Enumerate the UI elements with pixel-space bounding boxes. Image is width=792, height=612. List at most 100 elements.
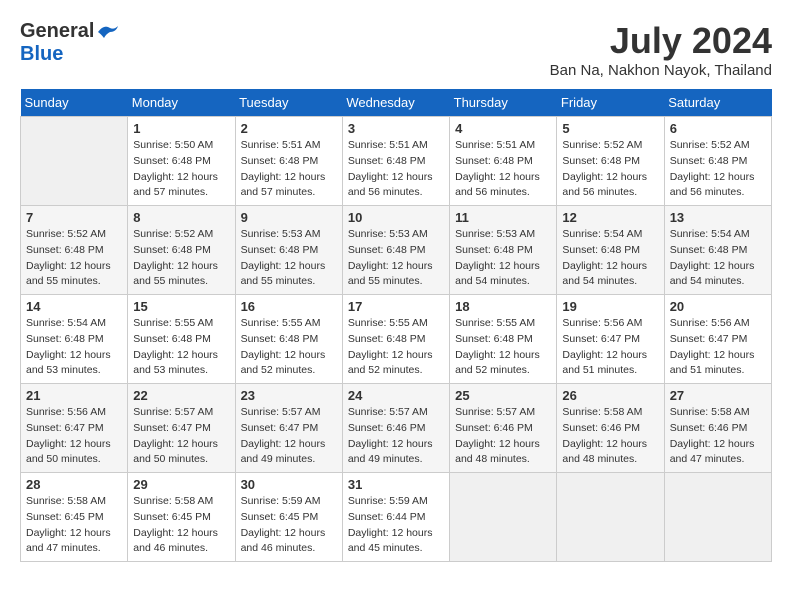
day-number: 5 <box>562 121 658 136</box>
day-info: Sunrise: 5:51 AMSunset: 6:48 PMDaylight:… <box>455 138 551 201</box>
weekday-header-row: SundayMondayTuesdayWednesdayThursdayFrid… <box>21 89 772 117</box>
day-info: Sunrise: 5:53 AMSunset: 6:48 PMDaylight:… <box>241 227 337 290</box>
calendar-cell: 28 Sunrise: 5:58 AMSunset: 6:45 PMDayligh… <box>21 473 128 562</box>
day-number: 30 <box>241 477 337 492</box>
day-info: Sunrise: 5:54 AMSunset: 6:48 PMDaylight:… <box>26 316 122 379</box>
calendar-cell: 11 Sunrise: 5:53 AMSunset: 6:48 PMDayligh… <box>450 206 557 295</box>
calendar-cell: 23Sunrise: 5:57 AMSunset: 6:47 PMDayligh… <box>235 384 342 473</box>
day-number: 9 <box>241 210 337 225</box>
calendar-cell: 17 Sunrise: 5:55 AMSunset: 6:48 PMDayligh… <box>342 295 449 384</box>
day-number: 19 <box>562 299 658 314</box>
calendar-cell: 12Sunrise: 5:54 AMSunset: 6:48 PMDayligh… <box>557 206 664 295</box>
day-info: Sunrise: 5:52 AMSunset: 6:48 PMDaylight:… <box>133 227 229 290</box>
calendar-cell: 24Sunrise: 5:57 AMSunset: 6:46 PMDayligh… <box>342 384 449 473</box>
logo-blue-text: Blue <box>20 43 63 66</box>
calendar-cell: 25 Sunrise: 5:57 AMSunset: 6:46 PMDayligh… <box>450 384 557 473</box>
day-number: 29 <box>133 477 229 492</box>
day-info: Sunrise: 5:52 AMSunset: 6:48 PMDaylight:… <box>562 138 658 201</box>
day-info: Sunrise: 5:58 AMSunset: 6:45 PMDaylight:… <box>133 494 229 557</box>
day-number: 15 <box>133 299 229 314</box>
weekday-header: Friday <box>557 89 664 117</box>
title-section: July 2024 Ban Na, Nakhon Nayok, Thailand <box>550 20 772 79</box>
day-number: 18 <box>455 299 551 314</box>
day-info: Sunrise: 5:59 AMSunset: 6:45 PMDaylight:… <box>241 494 337 557</box>
calendar-cell <box>450 473 557 562</box>
day-info: Sunrise: 5:50 AMSunset: 6:48 PMDaylight:… <box>133 138 229 201</box>
day-info: Sunrise: 5:51 AMSunset: 6:48 PMDaylight:… <box>241 138 337 201</box>
location-text: Ban Na, Nakhon Nayok, Thailand <box>550 62 772 79</box>
weekday-header: Sunday <box>21 89 128 117</box>
day-info: Sunrise: 5:57 AMSunset: 6:47 PMDaylight:… <box>133 405 229 468</box>
day-info: Sunrise: 5:56 AMSunset: 6:47 PMDaylight:… <box>562 316 658 379</box>
calendar-cell: 6 Sunrise: 5:52 AMSunset: 6:48 PMDaylight… <box>664 117 771 206</box>
day-info: Sunrise: 5:51 AMSunset: 6:48 PMDaylight:… <box>348 138 444 201</box>
day-info: Sunrise: 5:55 AMSunset: 6:48 PMDaylight:… <box>133 316 229 379</box>
day-number: 10 <box>348 210 444 225</box>
day-number: 25 <box>455 388 551 403</box>
calendar-cell: 18Sunrise: 5:55 AMSunset: 6:48 PMDayligh… <box>450 295 557 384</box>
logo-bird-icon <box>96 22 120 42</box>
day-info: Sunrise: 5:55 AMSunset: 6:48 PMDaylight:… <box>348 316 444 379</box>
page-header: General Blue July 2024 Ban Na, Nakhon Na… <box>20 20 772 79</box>
calendar-cell: 14 Sunrise: 5:54 AMSunset: 6:48 PMDayligh… <box>21 295 128 384</box>
day-info: Sunrise: 5:57 AMSunset: 6:47 PMDaylight:… <box>241 405 337 468</box>
day-number: 16 <box>241 299 337 314</box>
weekday-header: Monday <box>128 89 235 117</box>
calendar-cell: 3 Sunrise: 5:51 AMSunset: 6:48 PMDaylight… <box>342 117 449 206</box>
day-number: 31 <box>348 477 444 492</box>
calendar-cell: 22Sunrise: 5:57 AMSunset: 6:47 PMDayligh… <box>128 384 235 473</box>
day-number: 11 <box>455 210 551 225</box>
day-info: Sunrise: 5:52 AMSunset: 6:48 PMDaylight:… <box>26 227 122 290</box>
calendar-cell: 10 Sunrise: 5:53 AMSunset: 6:48 PMDayligh… <box>342 206 449 295</box>
day-number: 26 <box>562 388 658 403</box>
calendar-cell: 7Sunrise: 5:52 AMSunset: 6:48 PMDaylight… <box>21 206 128 295</box>
day-info: Sunrise: 5:53 AMSunset: 6:48 PMDaylight:… <box>348 227 444 290</box>
calendar-week-row: 21Sunrise: 5:56 AMSunset: 6:47 PMDayligh… <box>21 384 772 473</box>
logo-general-text: General <box>20 20 94 43</box>
day-info: Sunrise: 5:56 AMSunset: 6:47 PMDaylight:… <box>670 316 766 379</box>
calendar-cell: 5 Sunrise: 5:52 AMSunset: 6:48 PMDaylight… <box>557 117 664 206</box>
calendar-cell: 4 Sunrise: 5:51 AMSunset: 6:48 PMDaylight… <box>450 117 557 206</box>
day-number: 28 <box>26 477 122 492</box>
calendar-week-row: 28 Sunrise: 5:58 AMSunset: 6:45 PMDayligh… <box>21 473 772 562</box>
day-number: 14 <box>26 299 122 314</box>
weekday-header: Thursday <box>450 89 557 117</box>
day-info: Sunrise: 5:59 AMSunset: 6:44 PMDaylight:… <box>348 494 444 557</box>
calendar-cell: 27Sunrise: 5:58 AMSunset: 6:46 PMDayligh… <box>664 384 771 473</box>
calendar-cell: 31 Sunrise: 5:59 AMSunset: 6:44 PMDayligh… <box>342 473 449 562</box>
day-info: Sunrise: 5:55 AMSunset: 6:48 PMDaylight:… <box>241 316 337 379</box>
logo: General Blue <box>20 20 120 66</box>
calendar-cell: 21Sunrise: 5:56 AMSunset: 6:47 PMDayligh… <box>21 384 128 473</box>
day-info: Sunrise: 5:56 AMSunset: 6:47 PMDaylight:… <box>26 405 122 468</box>
calendar-week-row: 1 Sunrise: 5:50 AMSunset: 6:48 PMDaylight… <box>21 117 772 206</box>
day-number: 2 <box>241 121 337 136</box>
calendar-cell <box>664 473 771 562</box>
day-info: Sunrise: 5:58 AMSunset: 6:46 PMDaylight:… <box>670 405 766 468</box>
day-number: 3 <box>348 121 444 136</box>
calendar-cell: 26Sunrise: 5:58 AMSunset: 6:46 PMDayligh… <box>557 384 664 473</box>
calendar-cell <box>21 117 128 206</box>
day-info: Sunrise: 5:53 AMSunset: 6:48 PMDaylight:… <box>455 227 551 290</box>
calendar-week-row: 14 Sunrise: 5:54 AMSunset: 6:48 PMDayligh… <box>21 295 772 384</box>
calendar-cell: 29 Sunrise: 5:58 AMSunset: 6:45 PMDayligh… <box>128 473 235 562</box>
weekday-header: Tuesday <box>235 89 342 117</box>
day-number: 1 <box>133 121 229 136</box>
day-number: 4 <box>455 121 551 136</box>
calendar-cell: 2 Sunrise: 5:51 AMSunset: 6:48 PMDaylight… <box>235 117 342 206</box>
day-number: 20 <box>670 299 766 314</box>
day-info: Sunrise: 5:58 AMSunset: 6:45 PMDaylight:… <box>26 494 122 557</box>
day-number: 6 <box>670 121 766 136</box>
day-info: Sunrise: 5:52 AMSunset: 6:48 PMDaylight:… <box>670 138 766 201</box>
day-info: Sunrise: 5:57 AMSunset: 6:46 PMDaylight:… <box>455 405 551 468</box>
calendar-cell: 19 Sunrise: 5:56 AMSunset: 6:47 PMDayligh… <box>557 295 664 384</box>
day-number: 8 <box>133 210 229 225</box>
weekday-header: Wednesday <box>342 89 449 117</box>
day-number: 24 <box>348 388 444 403</box>
calendar-cell: 20 Sunrise: 5:56 AMSunset: 6:47 PMDayligh… <box>664 295 771 384</box>
calendar-cell <box>557 473 664 562</box>
calendar-cell: 15 Sunrise: 5:55 AMSunset: 6:48 PMDayligh… <box>128 295 235 384</box>
calendar-week-row: 7Sunrise: 5:52 AMSunset: 6:48 PMDaylight… <box>21 206 772 295</box>
day-number: 17 <box>348 299 444 314</box>
day-number: 13 <box>670 210 766 225</box>
day-info: Sunrise: 5:54 AMSunset: 6:48 PMDaylight:… <box>562 227 658 290</box>
